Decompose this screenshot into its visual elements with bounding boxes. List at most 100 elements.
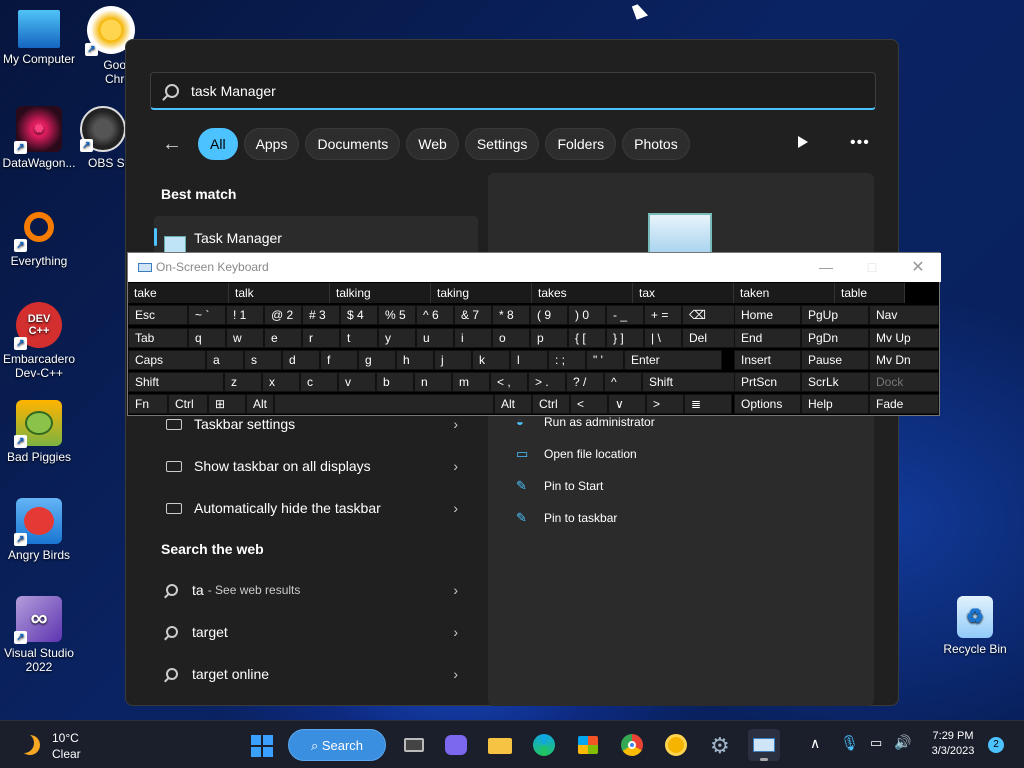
key-l[interactable]: l — [510, 350, 548, 370]
prediction-6[interactable]: taken — [734, 283, 835, 303]
key-punct[interactable]: < , — [490, 372, 528, 392]
taskbar-search-button[interactable]: ⌕ Search — [288, 729, 386, 761]
key-Alt[interactable]: Alt — [494, 394, 532, 414]
weather-widget[interactable]: 10°C Clear — [20, 729, 90, 761]
key-options[interactable]: Options — [734, 394, 801, 414]
key-i[interactable]: i — [454, 328, 492, 348]
on-screen-keyboard-taskbar-icon[interactable] — [748, 729, 780, 761]
key-Caps[interactable]: Caps — [128, 350, 206, 370]
key-2[interactable]: ! 1 — [226, 305, 264, 325]
desktop-icon-obs[interactable]: ↗ OBS Stu — [78, 106, 132, 170]
key-6[interactable]: % 5 — [378, 305, 416, 325]
filter-settings[interactable]: Settings — [464, 128, 540, 160]
key-f[interactable]: f — [320, 350, 358, 370]
key-12[interactable]: - _ — [606, 305, 644, 325]
key-c[interactable]: c — [300, 372, 338, 392]
action-pin-to-taskbar[interactable]: ✎ Pin to taskbar — [516, 510, 617, 526]
key-[interactable]: { [ — [568, 328, 606, 348]
result-auto-hide-taskbar[interactable]: Automatically hide the taskbar › — [166, 488, 476, 528]
osk-title-bar[interactable]: On-Screen Keyboard — □ ✕ — [128, 253, 941, 282]
filter-documents[interactable]: Documents — [305, 128, 401, 160]
web-result-target[interactable]: target › — [166, 612, 476, 652]
key-e[interactable]: e — [264, 328, 302, 348]
key-b[interactable]: b — [376, 372, 414, 392]
key-dock[interactable]: Dock — [869, 372, 939, 392]
key-q[interactable]: q — [188, 328, 226, 348]
settings-gear-icon[interactable]: ⚙ — [704, 729, 736, 761]
key-home[interactable]: Home — [734, 305, 801, 325]
key-pgdn[interactable]: PgDn — [801, 328, 869, 348]
key-10[interactable]: ( 9 — [530, 305, 568, 325]
key-Ctrl[interactable]: Ctrl — [532, 394, 570, 414]
key-g[interactable]: g — [358, 350, 396, 370]
key-h[interactable]: h — [396, 350, 434, 370]
prediction-5[interactable]: tax — [633, 283, 734, 303]
key-4[interactable]: # 3 — [302, 305, 340, 325]
key-7[interactable]: ^ 6 — [416, 305, 454, 325]
clock[interactable]: 7:29 PM 3/3/2023 — [918, 730, 988, 757]
key-s[interactable]: s — [244, 350, 282, 370]
teams-chat-icon[interactable] — [440, 729, 472, 761]
key-n[interactable]: n — [414, 372, 452, 392]
key-sym[interactable]: < — [570, 394, 608, 414]
key-sym[interactable]: ⊞ — [208, 394, 246, 414]
key-k[interactable]: k — [472, 350, 510, 370]
action-pin-to-start[interactable]: ✎ Pin to Start — [516, 478, 603, 494]
microphone-icon[interactable]: 🎙 — [840, 734, 859, 752]
network-icon[interactable]: ▭ — [870, 735, 882, 751]
key-y[interactable]: y — [378, 328, 416, 348]
filter-web[interactable]: Web — [406, 128, 459, 160]
key-sym[interactable]: ∨ — [608, 394, 646, 414]
key-a[interactable]: a — [206, 350, 244, 370]
space-key[interactable] — [274, 394, 494, 414]
search-input[interactable]: task Manager — [150, 72, 876, 110]
start-button[interactable] — [246, 729, 278, 761]
key-14[interactable]: ⌫ — [682, 305, 740, 325]
key-insert[interactable]: Insert — [734, 350, 801, 370]
filter-photos[interactable]: Photos — [622, 128, 690, 160]
volume-icon[interactable]: 🔊 — [894, 734, 911, 751]
prediction-7[interactable]: table — [835, 283, 905, 303]
action-run-as-admin[interactable]: ◒ Run as administrator — [516, 414, 655, 429]
key-8[interactable]: & 7 — [454, 305, 492, 325]
key-x[interactable]: x — [262, 372, 300, 392]
key-o[interactable]: o — [492, 328, 530, 348]
minimize-button[interactable]: — — [803, 253, 849, 282]
show-hidden-icons-chevron-icon[interactable]: ∧ — [810, 735, 820, 752]
key-d[interactable]: d — [282, 350, 320, 370]
key-1[interactable]: ~ ` — [188, 305, 226, 325]
key-[interactable]: | \ — [644, 328, 682, 348]
chrome-taskbar-icon[interactable] — [616, 729, 648, 761]
best-match-task-manager[interactable]: Task Manager — [154, 216, 478, 256]
web-result-ta[interactable]: ta - See web results › — [166, 570, 476, 610]
key-mv-up[interactable]: Mv Up — [869, 328, 939, 348]
more-filters-play-icon[interactable] — [798, 136, 808, 148]
key-punct[interactable]: > . — [528, 372, 566, 392]
key-help[interactable]: Help — [801, 394, 869, 414]
key-u[interactable]: u — [416, 328, 454, 348]
desktop-icon-devcpp[interactable]: DEV C++ ↗ Embarcadero Dev-C++ — [0, 302, 78, 380]
key-v[interactable]: v — [338, 372, 376, 392]
key-w[interactable]: w — [226, 328, 264, 348]
key-m[interactable]: m — [452, 372, 490, 392]
action-open-file-location[interactable]: ▭ Open file location — [516, 446, 637, 462]
key-Tab[interactable]: Tab — [128, 328, 188, 348]
key-3[interactable]: @ 2 — [264, 305, 302, 325]
file-explorer-icon[interactable] — [484, 729, 516, 761]
store-icon[interactable] — [572, 729, 604, 761]
key-sym[interactable]: > — [646, 394, 684, 414]
filter-all[interactable]: All — [198, 128, 238, 160]
prediction-4[interactable]: takes — [532, 283, 633, 303]
prediction-2[interactable]: talking — [330, 283, 431, 303]
key-t[interactable]: t — [340, 328, 378, 348]
key-mv-dn[interactable]: Mv Dn — [869, 350, 939, 370]
key-punct[interactable]: : ; — [548, 350, 586, 370]
more-options-icon[interactable]: ••• — [850, 134, 870, 152]
key-sym[interactable]: ≣ — [684, 394, 732, 414]
key-nav[interactable]: Nav — [869, 305, 939, 325]
key-5[interactable]: $ 4 — [340, 305, 378, 325]
filter-folders[interactable]: Folders — [545, 128, 617, 160]
key-Ctrl[interactable]: Ctrl — [168, 394, 208, 414]
task-view-icon[interactable] — [398, 729, 430, 761]
key-j[interactable]: j — [434, 350, 472, 370]
